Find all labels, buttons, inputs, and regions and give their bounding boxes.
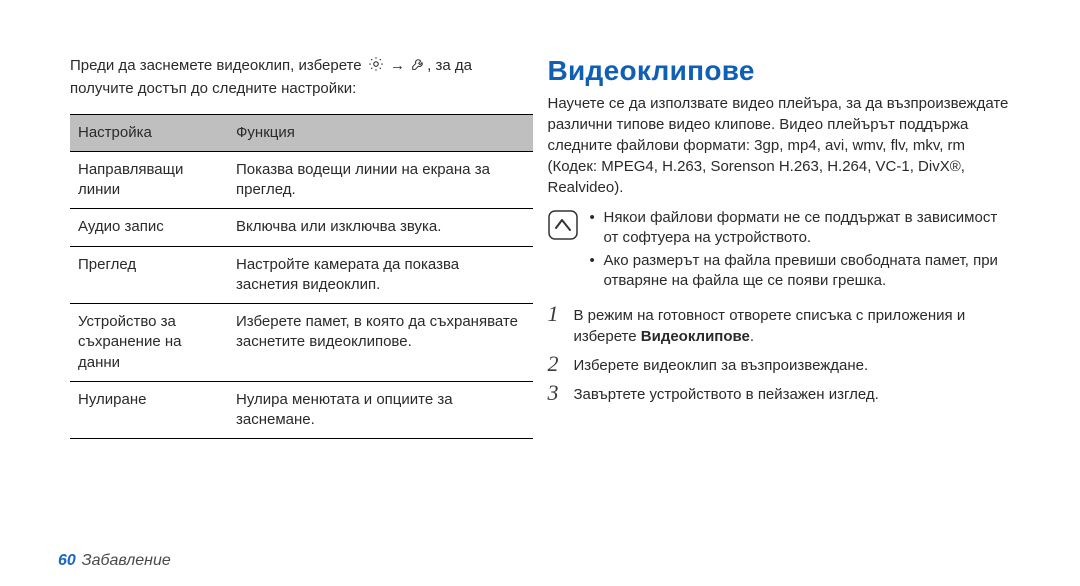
- table-row: Аудио запис Включва или изключва звука.: [70, 209, 533, 246]
- step-number: 1: [548, 303, 574, 325]
- cell-function: Настройте камерата да показва заснетия в…: [228, 246, 533, 304]
- left-column: Преди да заснемете видеоклип, изберете →…: [55, 55, 548, 530]
- step-number: 3: [548, 382, 574, 404]
- step-row: 1 В режим на готовност отворете списъка …: [548, 303, 1011, 347]
- page-number: 60: [58, 552, 76, 570]
- cell-function: Показва водещи линии на екрана за прегле…: [228, 151, 533, 209]
- right-column: Видеоклипове Научете се да използвате ви…: [548, 55, 1026, 530]
- step-number: 2: [548, 353, 574, 375]
- intro-pre: Преди да заснемете видеоклип, изберете: [70, 57, 366, 74]
- step-text: Изберете видеоклип за възпроизвеждане.: [574, 353, 869, 376]
- intro-comma: ,: [427, 57, 431, 74]
- step-pre: Изберете видеоклип за възпроизвеждане.: [574, 357, 869, 374]
- header-function: Функция: [228, 114, 533, 151]
- wrench-icon: [410, 55, 426, 79]
- table-row: Устройство за съхранение на данни Избере…: [70, 304, 533, 382]
- section-description: Научете се да използвате видео плейъра, …: [548, 93, 1011, 198]
- page-footer: 60 Забавление: [58, 552, 171, 570]
- step-bold: Видеоклипове: [641, 328, 750, 345]
- note-item: Някои файлови формати не се поддържат в …: [590, 208, 1011, 249]
- note-list: Някои файлови формати не се поддържат в …: [590, 208, 1011, 293]
- step-pre: Завъртете устройството в пейзажен изглед…: [574, 386, 879, 403]
- steps-list: 1 В режим на готовност отворете списъка …: [548, 303, 1011, 405]
- step-row: 2 Изберете видеоклип за възпроизвеждане.: [548, 353, 1011, 376]
- cell-setting: Направляващи линии: [70, 151, 228, 209]
- note-icon: [548, 210, 578, 244]
- step-text: В режим на готовност отворете списъка с …: [574, 303, 1011, 347]
- step-row: 3 Завъртете устройството в пейзажен изгл…: [548, 382, 1011, 405]
- intro-mid: →: [386, 57, 409, 74]
- intro-text: Преди да заснемете видеоклип, изберете →…: [70, 55, 533, 100]
- settings-table: Настройка Функция Направляващи линии Пок…: [70, 114, 533, 440]
- cell-setting: Аудио запис: [70, 209, 228, 246]
- table-header-row: Настройка Функция: [70, 114, 533, 151]
- cell-function: Изберете памет, в която да съхранявате з…: [228, 304, 533, 382]
- note-block: Някои файлови формати не се поддържат в …: [548, 208, 1011, 293]
- table-row: Нулиране Нулира менютата и опциите за за…: [70, 381, 533, 439]
- note-item: Ако размерът на файла превиши свободната…: [590, 251, 1011, 292]
- step-text: Завъртете устройството в пейзажен изглед…: [574, 382, 879, 405]
- cell-function: Нулира менютата и опциите за заснемане.: [228, 381, 533, 439]
- section-title: Видеоклипове: [548, 55, 1011, 87]
- cell-setting: Нулиране: [70, 381, 228, 439]
- section-name: Забавление: [82, 552, 171, 570]
- table-row: Преглед Настройте камерата да показва за…: [70, 246, 533, 304]
- table-row: Направляващи линии Показва водещи линии …: [70, 151, 533, 209]
- step-post: .: [750, 328, 754, 345]
- gear-icon: [367, 55, 385, 79]
- cell-setting: Преглед: [70, 246, 228, 304]
- cell-function: Включва или изключва звука.: [228, 209, 533, 246]
- header-setting: Настройка: [70, 114, 228, 151]
- step-pre: В режим на готовност отворете списъка с …: [574, 307, 966, 345]
- cell-setting: Устройство за съхранение на данни: [70, 304, 228, 382]
